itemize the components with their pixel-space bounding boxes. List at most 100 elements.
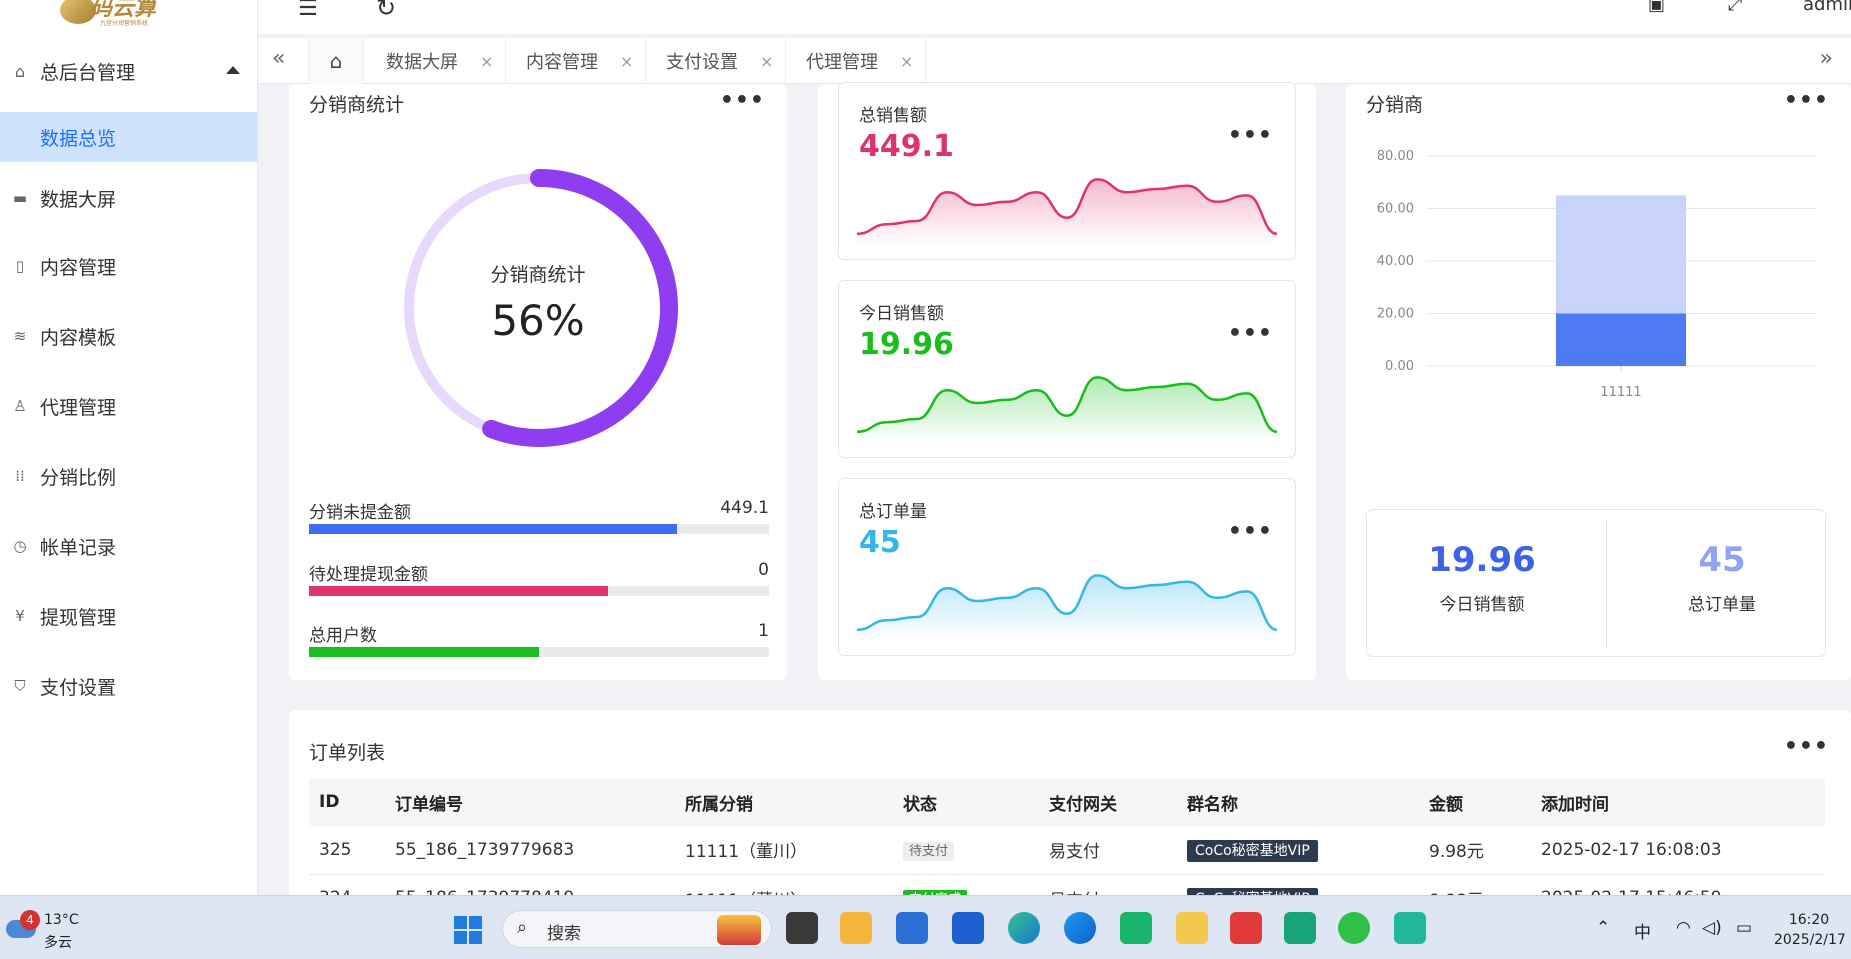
- sparkline-area: [857, 377, 1277, 443]
- store-icon[interactable]: [896, 912, 928, 944]
- bar-row-pending: 待处理提现金额 0: [309, 560, 769, 596]
- close-icon[interactable]: ×: [480, 52, 493, 71]
- sidebar-item-payment[interactable]: ⛉ 支付设置: [0, 666, 257, 706]
- user-icon: ♙: [13, 397, 27, 415]
- sparkline-area: [857, 575, 1277, 641]
- chevron-up-icon[interactable]: ⌃: [1596, 918, 1610, 938]
- sidebar-group-label: 总后台管理: [40, 61, 136, 84]
- tab-agent[interactable]: 代理管理 ×: [784, 38, 927, 84]
- status-badge: 待支付: [903, 841, 955, 861]
- clock[interactable]: 16:20 2025/2/17: [1774, 910, 1846, 950]
- y-tick-label: 40.00: [1377, 254, 1414, 269]
- today-sales-stat: 19.96 今日销售额: [1428, 540, 1536, 615]
- more-icon[interactable]: •••: [1228, 323, 1273, 345]
- taskbar-search[interactable]: ⌕ 搜索: [502, 910, 772, 948]
- card-title: 分销商统计: [309, 94, 405, 116]
- distributor-summary: 19.96 今日销售额 45 总订单量: [1366, 509, 1826, 657]
- admin-user[interactable]: admin: [1803, 0, 1851, 15]
- logo[interactable]: 码云算 九宫分润营销系统: [60, 0, 185, 32]
- fullscreen-icon[interactable]: ⤢: [1728, 0, 1742, 15]
- sparkline: [857, 574, 1277, 641]
- more-icon[interactable]: •••: [1784, 90, 1829, 112]
- home-icon: ⌂: [329, 49, 343, 73]
- screen-app-icon[interactable]: [1394, 912, 1426, 944]
- y-tick-label: 80.00: [1377, 149, 1414, 164]
- y-tick-label: 60.00: [1377, 202, 1414, 217]
- bar-fill: [309, 524, 677, 534]
- volume-icon[interactable]: ◁): [1702, 918, 1722, 938]
- tab-home[interactable]: ⌂: [308, 38, 364, 84]
- close-icon[interactable]: ×: [760, 52, 773, 71]
- orders-card: 订单列表 ••• ID 订单编号 所属分销 状态 支付网关 群名称 金额 添加时…: [289, 710, 1851, 923]
- more-icon[interactable]: •••: [1228, 125, 1273, 147]
- bar-segment: [1556, 313, 1686, 366]
- ime-indicator[interactable]: 中: [1634, 918, 1651, 943]
- grid-icon: ⁞⁞: [15, 467, 25, 485]
- bag-app-icon[interactable]: [1120, 912, 1152, 944]
- layers-icon: ≋: [13, 327, 27, 345]
- bar-row-users: 总用户数 1: [309, 621, 769, 657]
- more-icon[interactable]: •••: [1784, 736, 1829, 758]
- bar-segment: [1556, 195, 1686, 314]
- shield-app-icon[interactable]: [1284, 912, 1316, 944]
- wps-icon[interactable]: [1230, 912, 1262, 944]
- close-icon[interactable]: ×: [900, 52, 913, 71]
- search-highlight-icon: [717, 915, 761, 945]
- taskbar: 4 13°C 多云 ⌕ 搜索 ⌃ 中 ◠ ◁) ▭ 16:20 2025/2/1…: [0, 895, 1851, 959]
- sidebar-item-overview[interactable]: 数据总览: [0, 112, 257, 162]
- mini-value: 19.96: [859, 327, 954, 362]
- tabs-next-icon[interactable]: »: [1820, 46, 1833, 71]
- tab-payment[interactable]: 支付设置 ×: [644, 38, 787, 84]
- windows-start-icon[interactable]: [454, 916, 482, 944]
- caret-up-icon: [226, 66, 240, 74]
- clock-icon: ◷: [13, 537, 27, 555]
- wifi-icon[interactable]: ◠: [1676, 918, 1691, 938]
- sidebar-group-admin[interactable]: ⌂ 总后台管理: [0, 50, 257, 92]
- tab-content[interactable]: 内容管理 ×: [504, 38, 647, 84]
- mini-value: 45: [859, 525, 901, 560]
- app-icon[interactable]: [952, 912, 984, 944]
- search-icon: ⌕: [517, 917, 528, 938]
- sidebar-item-content[interactable]: ▯ 内容管理: [0, 246, 257, 286]
- shield-icon: ⛉: [14, 677, 26, 695]
- edge-icon[interactable]: [1008, 912, 1040, 944]
- table-row[interactable]: 325 55_186_1739779683 11111（董川） 待支付 易支付 …: [309, 826, 1825, 875]
- card-title: 分销商: [1366, 94, 1424, 116]
- sparkline-area: [857, 179, 1277, 245]
- app-b-icon[interactable]: [1176, 912, 1208, 944]
- sidebar-item-template[interactable]: ≋ 内容模板: [0, 316, 257, 356]
- mini-total-orders: 总订单量 45 •••: [838, 478, 1296, 656]
- edge-ai-icon[interactable]: [1064, 912, 1096, 944]
- more-icon[interactable]: •••: [1228, 521, 1273, 543]
- ring-label: 分销商统计: [490, 264, 586, 286]
- mini-value: 449.1: [859, 129, 954, 164]
- notification-badge: 4: [20, 910, 40, 930]
- sidebar-item-ratio[interactable]: ⁞⁞ 分销比例: [0, 456, 257, 496]
- tabs-prev-icon[interactable]: «: [272, 46, 285, 71]
- tab-data-screen[interactable]: 数据大屏 ×: [364, 38, 507, 84]
- weather-widget[interactable]: 4 13°C 多云: [6, 910, 96, 951]
- sidebar-item-withdraw[interactable]: ¥ 提现管理: [0, 596, 257, 636]
- battery-icon[interactable]: ▭: [1736, 918, 1752, 938]
- task-view-icon[interactable]: [786, 912, 818, 944]
- close-icon[interactable]: ×: [620, 52, 633, 71]
- mini-total-sales: 总销售额 449.1 •••: [838, 82, 1296, 260]
- wechat-icon[interactable]: [1338, 912, 1370, 944]
- bar-fill: [309, 586, 608, 596]
- clipboard-icon: ▯: [15, 257, 25, 275]
- sidebar-item-agent[interactable]: ♙ 代理管理: [0, 386, 257, 426]
- monitor-icon: ▬: [12, 189, 28, 207]
- file-explorer-icon[interactable]: [840, 912, 872, 944]
- more-icon[interactable]: •••: [720, 90, 765, 112]
- table-header: ID 订单编号 所属分销 状态 支付网关 群名称 金额 添加时间: [309, 778, 1825, 826]
- screen-icon[interactable]: ▣: [1648, 0, 1665, 15]
- card-title: 订单列表: [309, 742, 386, 764]
- top-header: ☰ ↻ ▣ ⤢ admin: [258, 0, 1851, 34]
- group-badge: CoCo秘密基地VIP: [1187, 839, 1318, 862]
- sidebar-item-bills[interactable]: ◷ 帐单记录: [0, 526, 257, 566]
- mini-today-sales: 今日销售额 19.96 •••: [838, 280, 1296, 458]
- distributor-stats-card: 分销商统计 ••• 分销商统计 56% 分销未提金额 449.1 待处理提现金额…: [289, 84, 787, 680]
- sidebar-item-data-screen[interactable]: ▬ 数据大屏: [0, 178, 257, 218]
- refresh-icon[interactable]: ↻: [376, 0, 396, 22]
- menu-toggle-icon[interactable]: ☰: [298, 0, 318, 21]
